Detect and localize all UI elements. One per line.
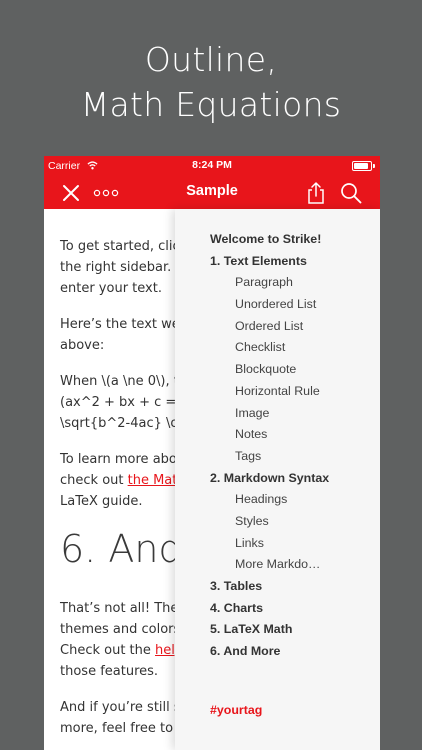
outline-item[interactable]: 1. Text Elements (210, 251, 380, 273)
outline-item[interactable]: Horizontal Rule (210, 381, 380, 403)
outline-item[interactable]: Welcome to Strike! (210, 229, 380, 251)
battery-icon (352, 161, 375, 171)
outline-item[interactable]: Headings (210, 489, 380, 511)
outline-item[interactable]: Notes (210, 424, 380, 446)
outline-item[interactable]: Ordered List (210, 316, 380, 338)
status-time: 8:24 PM (192, 159, 232, 171)
document-title: Sample (186, 183, 238, 199)
outline-sidebar: Welcome to Strike! 1. Text Elements Paragr… (175, 209, 380, 750)
outline-list: Welcome to Strike! 1. Text Elements Paragr… (210, 229, 380, 663)
outline-item[interactable]: 3. Tables (210, 576, 380, 598)
outline-item[interactable]: Checklist (210, 337, 380, 359)
outline-item[interactable]: 6. And More (210, 641, 380, 663)
outline-item[interactable]: 4. Charts (210, 598, 380, 620)
outline-item[interactable]: Links (210, 533, 380, 555)
headline-line-2: Math Equations (80, 85, 342, 124)
search-button[interactable] (338, 176, 364, 209)
search-icon (341, 182, 362, 203)
outline-item[interactable]: Tags (210, 446, 380, 468)
outline-item[interactable]: Styles (210, 511, 380, 533)
share-icon (308, 181, 324, 204)
outline-item[interactable]: 2. Markdown Syntax (210, 468, 380, 490)
outline-item[interactable]: More Markdo… (210, 554, 380, 576)
tag-item[interactable]: #yourtag (210, 703, 262, 717)
status-bar: Carrier 8:24 PM (44, 156, 380, 176)
outline-item[interactable]: Unordered List (210, 294, 380, 316)
phone-screen: Carrier 8:24 PM Sample To get started, c… (44, 156, 380, 750)
navigation-bar: Sample (44, 176, 380, 209)
outline-item[interactable]: Image (210, 403, 380, 425)
outline-item[interactable]: 5. LaTeX Math (210, 619, 380, 641)
share-button[interactable] (304, 176, 328, 209)
outline-item[interactable]: Blockquote (210, 359, 380, 381)
outline-item[interactable]: Paragraph (210, 272, 380, 294)
headline-line-1: Outline, (144, 40, 278, 79)
